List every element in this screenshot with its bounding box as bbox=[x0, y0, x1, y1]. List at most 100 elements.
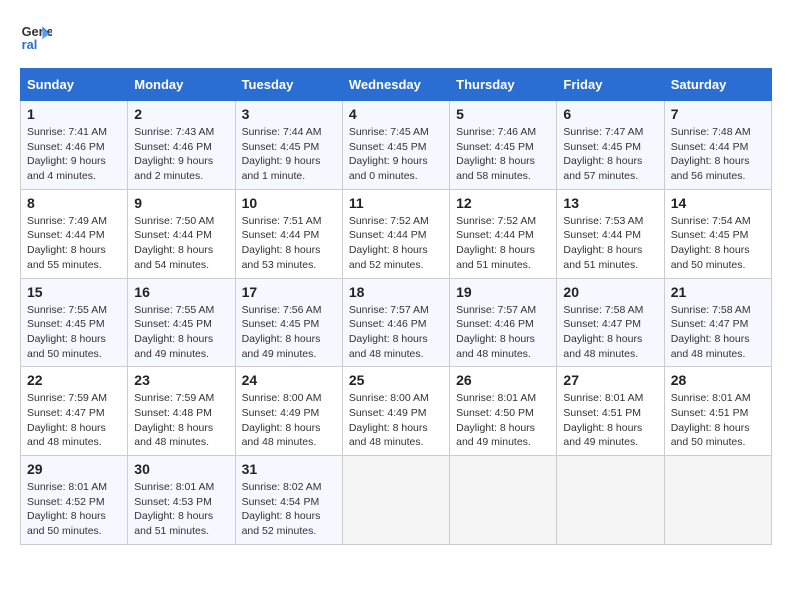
day-number: 22 bbox=[27, 372, 121, 388]
calendar-cell: 15Sunrise: 7:55 AM Sunset: 4:45 PM Dayli… bbox=[21, 278, 128, 367]
day-info: Sunrise: 7:47 AM Sunset: 4:45 PM Dayligh… bbox=[563, 125, 657, 184]
calendar-cell: 20 Sunrise: 7:58 AM Sunset: 4:47 PM Dayli… bbox=[557, 278, 664, 367]
calendar-cell: 1 Sunrise: 7:41 AM Sunset: 4:46 PM Daylig… bbox=[21, 101, 128, 190]
day-info: Sunrise: 7:51 AM Sunset: 4:44 PM Dayligh… bbox=[242, 214, 336, 273]
day-info: Sunrise: 7:52 AM Sunset: 4:44 PM Dayligh… bbox=[349, 214, 443, 273]
col-header-friday: Friday bbox=[557, 69, 664, 101]
day-number: 1 bbox=[27, 106, 121, 122]
day-info: Sunrise: 7:56 AM Sunset: 4:45 PM Dayligh… bbox=[242, 303, 336, 362]
calendar-cell: 26 Sunrise: 8:01 AM Sunset: 4:50 PM Dayli… bbox=[450, 367, 557, 456]
day-number: 26 bbox=[456, 372, 550, 388]
day-info: Sunrise: 8:01 AM Sunset: 4:53 PM Dayligh… bbox=[134, 480, 228, 539]
col-header-sunday: Sunday bbox=[21, 69, 128, 101]
calendar-cell: 7Sunrise: 7:48 AM Sunset: 4:44 PM Daylig… bbox=[664, 101, 771, 190]
day-number: 3 bbox=[242, 106, 336, 122]
calendar-cell: 25 Sunrise: 8:00 AM Sunset: 4:49 PM Dayli… bbox=[342, 367, 449, 456]
day-info: Sunrise: 7:59 AM Sunset: 4:48 PM Dayligh… bbox=[134, 391, 228, 450]
day-info: Sunrise: 8:00 AM Sunset: 4:49 PM Dayligh… bbox=[349, 391, 443, 450]
day-number: 2 bbox=[134, 106, 228, 122]
day-number: 4 bbox=[349, 106, 443, 122]
calendar-week-row: 22 Sunrise: 7:59 AM Sunset: 4:47 PM Dayli… bbox=[21, 367, 772, 456]
logo-icon: Gene ral bbox=[20, 20, 52, 52]
day-info: Sunrise: 7:59 AM Sunset: 4:47 PM Dayligh… bbox=[27, 391, 121, 450]
calendar-week-row: 15Sunrise: 7:55 AM Sunset: 4:45 PM Dayli… bbox=[21, 278, 772, 367]
day-number: 11 bbox=[349, 195, 443, 211]
day-number: 28 bbox=[671, 372, 765, 388]
day-info: Sunrise: 8:01 AM Sunset: 4:50 PM Dayligh… bbox=[456, 391, 550, 450]
day-info: Sunrise: 7:53 AM Sunset: 4:44 PM Dayligh… bbox=[563, 214, 657, 273]
calendar-cell: 14Sunrise: 7:54 AM Sunset: 4:45 PM Dayli… bbox=[664, 189, 771, 278]
day-info: Sunrise: 8:01 AM Sunset: 4:51 PM Dayligh… bbox=[563, 391, 657, 450]
day-number: 6 bbox=[563, 106, 657, 122]
day-number: 30 bbox=[134, 461, 228, 477]
calendar-cell: 28 Sunrise: 8:01 AM Sunset: 4:51 PM Dayli… bbox=[664, 367, 771, 456]
col-header-thursday: Thursday bbox=[450, 69, 557, 101]
calendar-cell: 4 Sunrise: 7:45 AM Sunset: 4:45 PM Daylig… bbox=[342, 101, 449, 190]
calendar-week-row: 1 Sunrise: 7:41 AM Sunset: 4:46 PM Daylig… bbox=[21, 101, 772, 190]
calendar-cell: 24Sunrise: 8:00 AM Sunset: 4:49 PM Dayli… bbox=[235, 367, 342, 456]
day-info: Sunrise: 7:45 AM Sunset: 4:45 PM Dayligh… bbox=[349, 125, 443, 184]
day-number: 9 bbox=[134, 195, 228, 211]
calendar-cell: 27 Sunrise: 8:01 AM Sunset: 4:51 PM Dayli… bbox=[557, 367, 664, 456]
calendar-cell bbox=[450, 456, 557, 545]
calendar-cell: 18 Sunrise: 7:57 AM Sunset: 4:46 PM Dayli… bbox=[342, 278, 449, 367]
calendar-cell: 8 Sunrise: 7:49 AM Sunset: 4:44 PM Daylig… bbox=[21, 189, 128, 278]
day-number: 13 bbox=[563, 195, 657, 211]
day-number: 27 bbox=[563, 372, 657, 388]
day-number: 20 bbox=[563, 284, 657, 300]
calendar-cell: 13 Sunrise: 7:53 AM Sunset: 4:44 PM Dayli… bbox=[557, 189, 664, 278]
day-info: Sunrise: 7:50 AM Sunset: 4:44 PM Dayligh… bbox=[134, 214, 228, 273]
day-info: Sunrise: 7:58 AM Sunset: 4:47 PM Dayligh… bbox=[563, 303, 657, 362]
day-info: Sunrise: 8:00 AM Sunset: 4:49 PM Dayligh… bbox=[242, 391, 336, 450]
day-info: Sunrise: 7:57 AM Sunset: 4:46 PM Dayligh… bbox=[349, 303, 443, 362]
page-header: Gene ral bbox=[20, 20, 772, 52]
calendar-cell: 6 Sunrise: 7:47 AM Sunset: 4:45 PM Daylig… bbox=[557, 101, 664, 190]
day-number: 21 bbox=[671, 284, 765, 300]
day-info: Sunrise: 7:55 AM Sunset: 4:45 PM Dayligh… bbox=[27, 303, 121, 362]
calendar-cell: 16Sunrise: 7:55 AM Sunset: 4:45 PM Dayli… bbox=[128, 278, 235, 367]
day-info: Sunrise: 7:52 AM Sunset: 4:44 PM Dayligh… bbox=[456, 214, 550, 273]
day-number: 12 bbox=[456, 195, 550, 211]
day-info: Sunrise: 8:01 AM Sunset: 4:52 PM Dayligh… bbox=[27, 480, 121, 539]
day-info: Sunrise: 7:48 AM Sunset: 4:44 PM Dayligh… bbox=[671, 125, 765, 184]
calendar-cell: 2 Sunrise: 7:43 AM Sunset: 4:46 PM Daylig… bbox=[128, 101, 235, 190]
day-info: Sunrise: 7:41 AM Sunset: 4:46 PM Dayligh… bbox=[27, 125, 121, 184]
day-info: Sunrise: 7:57 AM Sunset: 4:46 PM Dayligh… bbox=[456, 303, 550, 362]
calendar-cell: 5 Sunrise: 7:46 AM Sunset: 4:45 PM Daylig… bbox=[450, 101, 557, 190]
day-number: 8 bbox=[27, 195, 121, 211]
day-info: Sunrise: 7:58 AM Sunset: 4:47 PM Dayligh… bbox=[671, 303, 765, 362]
day-number: 16 bbox=[134, 284, 228, 300]
day-number: 17 bbox=[242, 284, 336, 300]
calendar-cell: 11 Sunrise: 7:52 AM Sunset: 4:44 PM Dayli… bbox=[342, 189, 449, 278]
calendar-cell: 12 Sunrise: 7:52 AM Sunset: 4:44 PM Dayli… bbox=[450, 189, 557, 278]
day-number: 5 bbox=[456, 106, 550, 122]
day-info: Sunrise: 7:49 AM Sunset: 4:44 PM Dayligh… bbox=[27, 214, 121, 273]
calendar-cell: 22 Sunrise: 7:59 AM Sunset: 4:47 PM Dayli… bbox=[21, 367, 128, 456]
calendar-week-row: 8 Sunrise: 7:49 AM Sunset: 4:44 PM Daylig… bbox=[21, 189, 772, 278]
col-header-monday: Monday bbox=[128, 69, 235, 101]
calendar-header-row: SundayMondayTuesdayWednesdayThursdayFrid… bbox=[21, 69, 772, 101]
logo: Gene ral bbox=[20, 20, 56, 52]
svg-text:ral: ral bbox=[22, 37, 38, 52]
day-number: 25 bbox=[349, 372, 443, 388]
col-header-wednesday: Wednesday bbox=[342, 69, 449, 101]
calendar-cell: 31Sunrise: 8:02 AM Sunset: 4:54 PM Dayli… bbox=[235, 456, 342, 545]
day-info: Sunrise: 8:02 AM Sunset: 4:54 PM Dayligh… bbox=[242, 480, 336, 539]
calendar-cell: 19 Sunrise: 7:57 AM Sunset: 4:46 PM Dayli… bbox=[450, 278, 557, 367]
calendar-table: SundayMondayTuesdayWednesdayThursdayFrid… bbox=[20, 68, 772, 545]
day-number: 29 bbox=[27, 461, 121, 477]
day-number: 23 bbox=[134, 372, 228, 388]
day-info: Sunrise: 7:46 AM Sunset: 4:45 PM Dayligh… bbox=[456, 125, 550, 184]
calendar-week-row: 29 Sunrise: 8:01 AM Sunset: 4:52 PM Dayli… bbox=[21, 456, 772, 545]
day-info: Sunrise: 8:01 AM Sunset: 4:51 PM Dayligh… bbox=[671, 391, 765, 450]
calendar-cell: 21 Sunrise: 7:58 AM Sunset: 4:47 PM Dayli… bbox=[664, 278, 771, 367]
day-number: 18 bbox=[349, 284, 443, 300]
calendar-cell bbox=[557, 456, 664, 545]
calendar-cell bbox=[342, 456, 449, 545]
day-info: Sunrise: 7:43 AM Sunset: 4:46 PM Dayligh… bbox=[134, 125, 228, 184]
calendar-cell: 9 Sunrise: 7:50 AM Sunset: 4:44 PM Daylig… bbox=[128, 189, 235, 278]
day-number: 19 bbox=[456, 284, 550, 300]
col-header-tuesday: Tuesday bbox=[235, 69, 342, 101]
calendar-cell bbox=[664, 456, 771, 545]
calendar-cell: 23 Sunrise: 7:59 AM Sunset: 4:48 PM Dayli… bbox=[128, 367, 235, 456]
